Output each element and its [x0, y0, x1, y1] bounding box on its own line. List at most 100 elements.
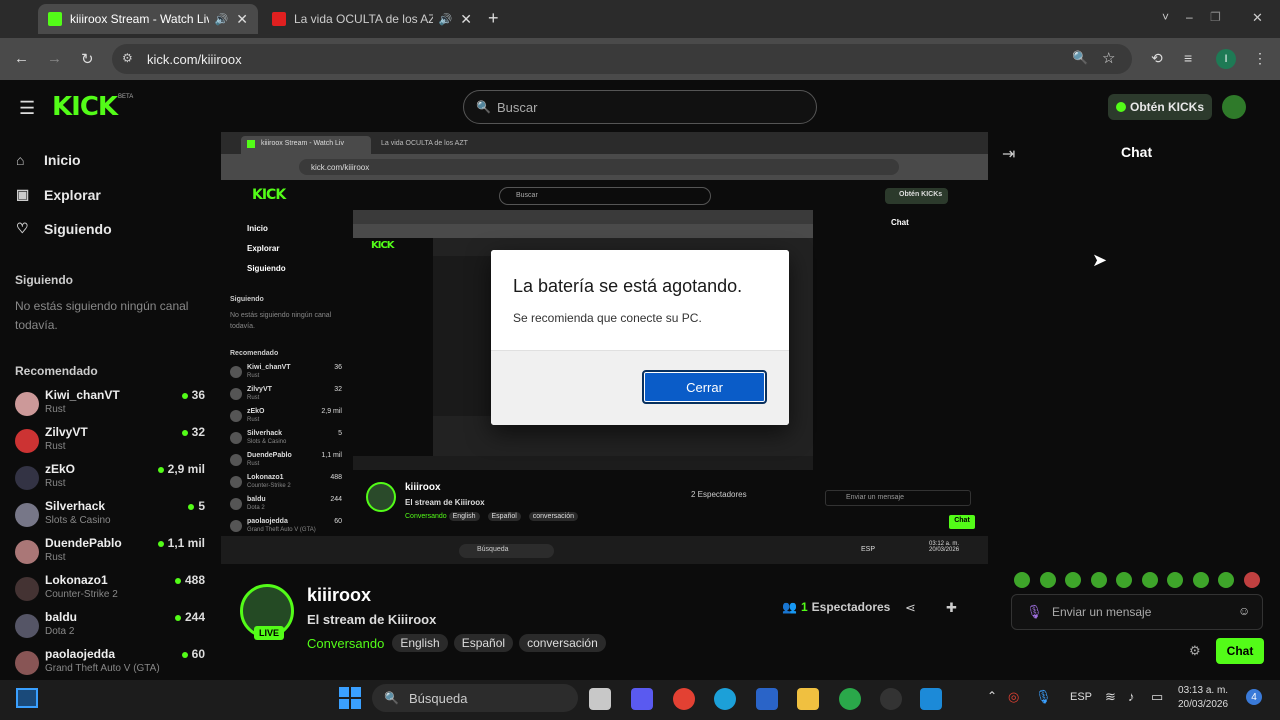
channel-name: DuendePablo: [45, 536, 122, 550]
tag-espanol[interactable]: Español: [453, 634, 514, 652]
bookmark-star-icon[interactable]: ☆: [1102, 49, 1115, 67]
chrome-profile-icon[interactable]: [839, 688, 861, 710]
tray-mic-icon[interactable]: 🎙: [1035, 689, 1052, 705]
emote-icon[interactable]: [1090, 572, 1107, 588]
chat-input[interactable]: 🎙 Enviar un mensaje ☺: [1011, 594, 1263, 630]
emote-icon[interactable]: [1218, 572, 1234, 588]
close-tab-icon[interactable]: ✕: [460, 11, 472, 28]
back-icon[interactable]: ←: [14, 50, 29, 67]
live-dot-icon: [157, 540, 164, 547]
search-input[interactable]: 🔍 Buscar: [463, 90, 817, 124]
tray-app-icon[interactable]: ◎: [1008, 689, 1019, 705]
taskbar-search[interactable]: 🔍 Búsqueda: [372, 684, 578, 712]
zoom-icon[interactable]: 🔍: [1072, 50, 1088, 66]
nested-channel-category: Grand Theft Auto V (GTA): [247, 527, 316, 533]
wifi-icon[interactable]: ≋: [1105, 689, 1116, 705]
chat-settings-gear-icon[interactable]: ⚙: [1189, 643, 1201, 659]
emote-icon[interactable]: [1243, 572, 1260, 588]
maximize-button[interactable]: ❐: [1210, 10, 1221, 24]
store-icon[interactable]: [756, 688, 778, 710]
mic-icon[interactable]: 🎙: [1026, 604, 1043, 620]
user-avatar[interactable]: [1222, 95, 1246, 119]
nested-channel-avatar: [230, 454, 242, 466]
app-icon[interactable]: [920, 688, 942, 710]
nested-chat-title: Chat: [891, 218, 909, 227]
chrome-icon[interactable]: [673, 688, 695, 710]
minimize-button[interactable]: –: [1186, 10, 1193, 24]
follow-user-icon[interactable]: ✚: [946, 600, 957, 616]
browser-tab-kick[interactable]: kiiiroox Stream - Watch Live 🔊 ✕: [38, 4, 258, 34]
collapse-chat-icon[interactable]: ⇥: [1002, 144, 1015, 164]
forward-icon[interactable]: →: [47, 50, 62, 67]
language-indicator[interactable]: ESP: [1070, 691, 1092, 703]
site-info-icon[interactable]: ⚙: [122, 51, 133, 65]
recommended-channel[interactable]: zEkO Rust 2,9 mil: [15, 462, 205, 498]
nested-recommended-channel: baldu Dota 2 244: [230, 496, 342, 516]
extensions-icon[interactable]: ⟲: [1151, 50, 1163, 67]
viewers-number: 488: [184, 573, 205, 587]
browser-tab-youtube[interactable]: La vida OCULTA de los AZT 🔊 ✕: [262, 4, 482, 34]
battery-icon[interactable]: ▭: [1151, 689, 1163, 705]
obs-icon[interactable]: [880, 688, 902, 710]
media-controls-icon[interactable]: ≡: [1184, 50, 1192, 66]
nested-viewers: 244: [330, 496, 342, 503]
emoji-icon[interactable]: ☺: [1238, 604, 1250, 618]
category-link[interactable]: Conversando: [307, 636, 384, 651]
task-view-icon[interactable]: [589, 688, 611, 710]
dialog-close-button[interactable]: Cerrar: [642, 370, 767, 404]
hamburger-menu-icon[interactable]: ☰: [19, 98, 35, 119]
get-kicks-button[interactable]: Obtén KICKs: [1108, 94, 1213, 120]
edge-icon[interactable]: [714, 688, 736, 710]
close-window-button[interactable]: ✕: [1252, 10, 1263, 26]
channel-category: Grand Theft Auto V (GTA): [45, 663, 160, 674]
emote-icon[interactable]: [1167, 572, 1183, 588]
recommended-channel[interactable]: paolaojedda Grand Theft Auto V (GTA) 60: [15, 647, 205, 683]
live-badge: LIVE: [254, 626, 285, 640]
share-icon[interactable]: ⋖: [905, 600, 916, 616]
channel-avatar: [15, 466, 39, 490]
channel-name[interactable]: kiiiroox: [307, 585, 371, 606]
emote-icon[interactable]: [1039, 572, 1056, 588]
recommended-channel[interactable]: Silverhack Slots & Casino 5: [15, 499, 205, 535]
reload-icon[interactable]: ↻: [81, 50, 94, 68]
tray-chevron-icon[interactable]: ⌃: [987, 689, 997, 703]
recommended-channel[interactable]: ZilvyVT Rust 32: [15, 425, 205, 461]
nested-channel-name: paolaojedda: [247, 518, 288, 525]
sidebar-item-inicio[interactable]: ⌂ Inicio: [16, 152, 81, 168]
widgets-icon[interactable]: [16, 688, 38, 708]
browser-tab-strip: kiiiroox Stream - Watch Live 🔊 ✕ La vida…: [0, 0, 1280, 38]
emote-icon[interactable]: [1192, 572, 1209, 588]
windows-start-icon[interactable]: [339, 687, 361, 709]
sidebar-item-siguiendo[interactable]: ♡ Siguiendo: [16, 220, 112, 237]
nested-viewers: 2 Espectadores: [691, 490, 747, 499]
tab-search-icon[interactable]: ˅: [1162, 10, 1169, 24]
new-tab-button[interactable]: +: [488, 8, 499, 29]
volume-icon[interactable]: ♪: [1128, 689, 1135, 704]
chat-send-button[interactable]: Chat: [1216, 638, 1264, 664]
kick-logo[interactable]: KICK: [52, 92, 118, 122]
file-explorer-icon[interactable]: [797, 688, 819, 710]
recommended-channel[interactable]: baldu Dota 2 244: [15, 610, 205, 646]
emote-icon[interactable]: [1014, 572, 1030, 588]
nested2-toolbar: [353, 224, 813, 238]
recommended-channel[interactable]: DuendePablo Rust 1,1 mil: [15, 536, 205, 572]
live-dot-icon: [174, 614, 181, 621]
notification-badge[interactable]: 4: [1246, 689, 1262, 705]
nested-channel-category: Rust: [247, 395, 260, 401]
emote-icon[interactable]: [1065, 572, 1081, 588]
search-placeholder: Buscar: [496, 99, 538, 115]
close-tab-icon[interactable]: ✕: [236, 11, 248, 28]
browser-menu-icon[interactable]: ⋮: [1253, 50, 1267, 67]
emote-icon[interactable]: [1116, 572, 1132, 588]
clock[interactable]: 03:13 a. m. 20/03/2026: [1178, 684, 1228, 712]
tag-conversacion[interactable]: conversación: [519, 634, 606, 652]
tag-english[interactable]: English: [392, 634, 448, 652]
recommended-channel[interactable]: Kiwi_chanVT Rust 36: [15, 388, 205, 424]
address-bar[interactable]: ⚙ kick.com/kiiiroox 🔍 ☆: [112, 44, 1132, 74]
emote-icon[interactable]: [1141, 572, 1158, 588]
nested-channel-avatar: [230, 366, 242, 378]
teams-icon[interactable]: [631, 688, 653, 710]
sidebar-item-explorar[interactable]: ▣ Explorar: [16, 186, 101, 203]
recommended-channel[interactable]: Lokonazo1 Counter-Strike 2 488: [15, 573, 205, 609]
profile-avatar[interactable]: I: [1216, 49, 1236, 69]
